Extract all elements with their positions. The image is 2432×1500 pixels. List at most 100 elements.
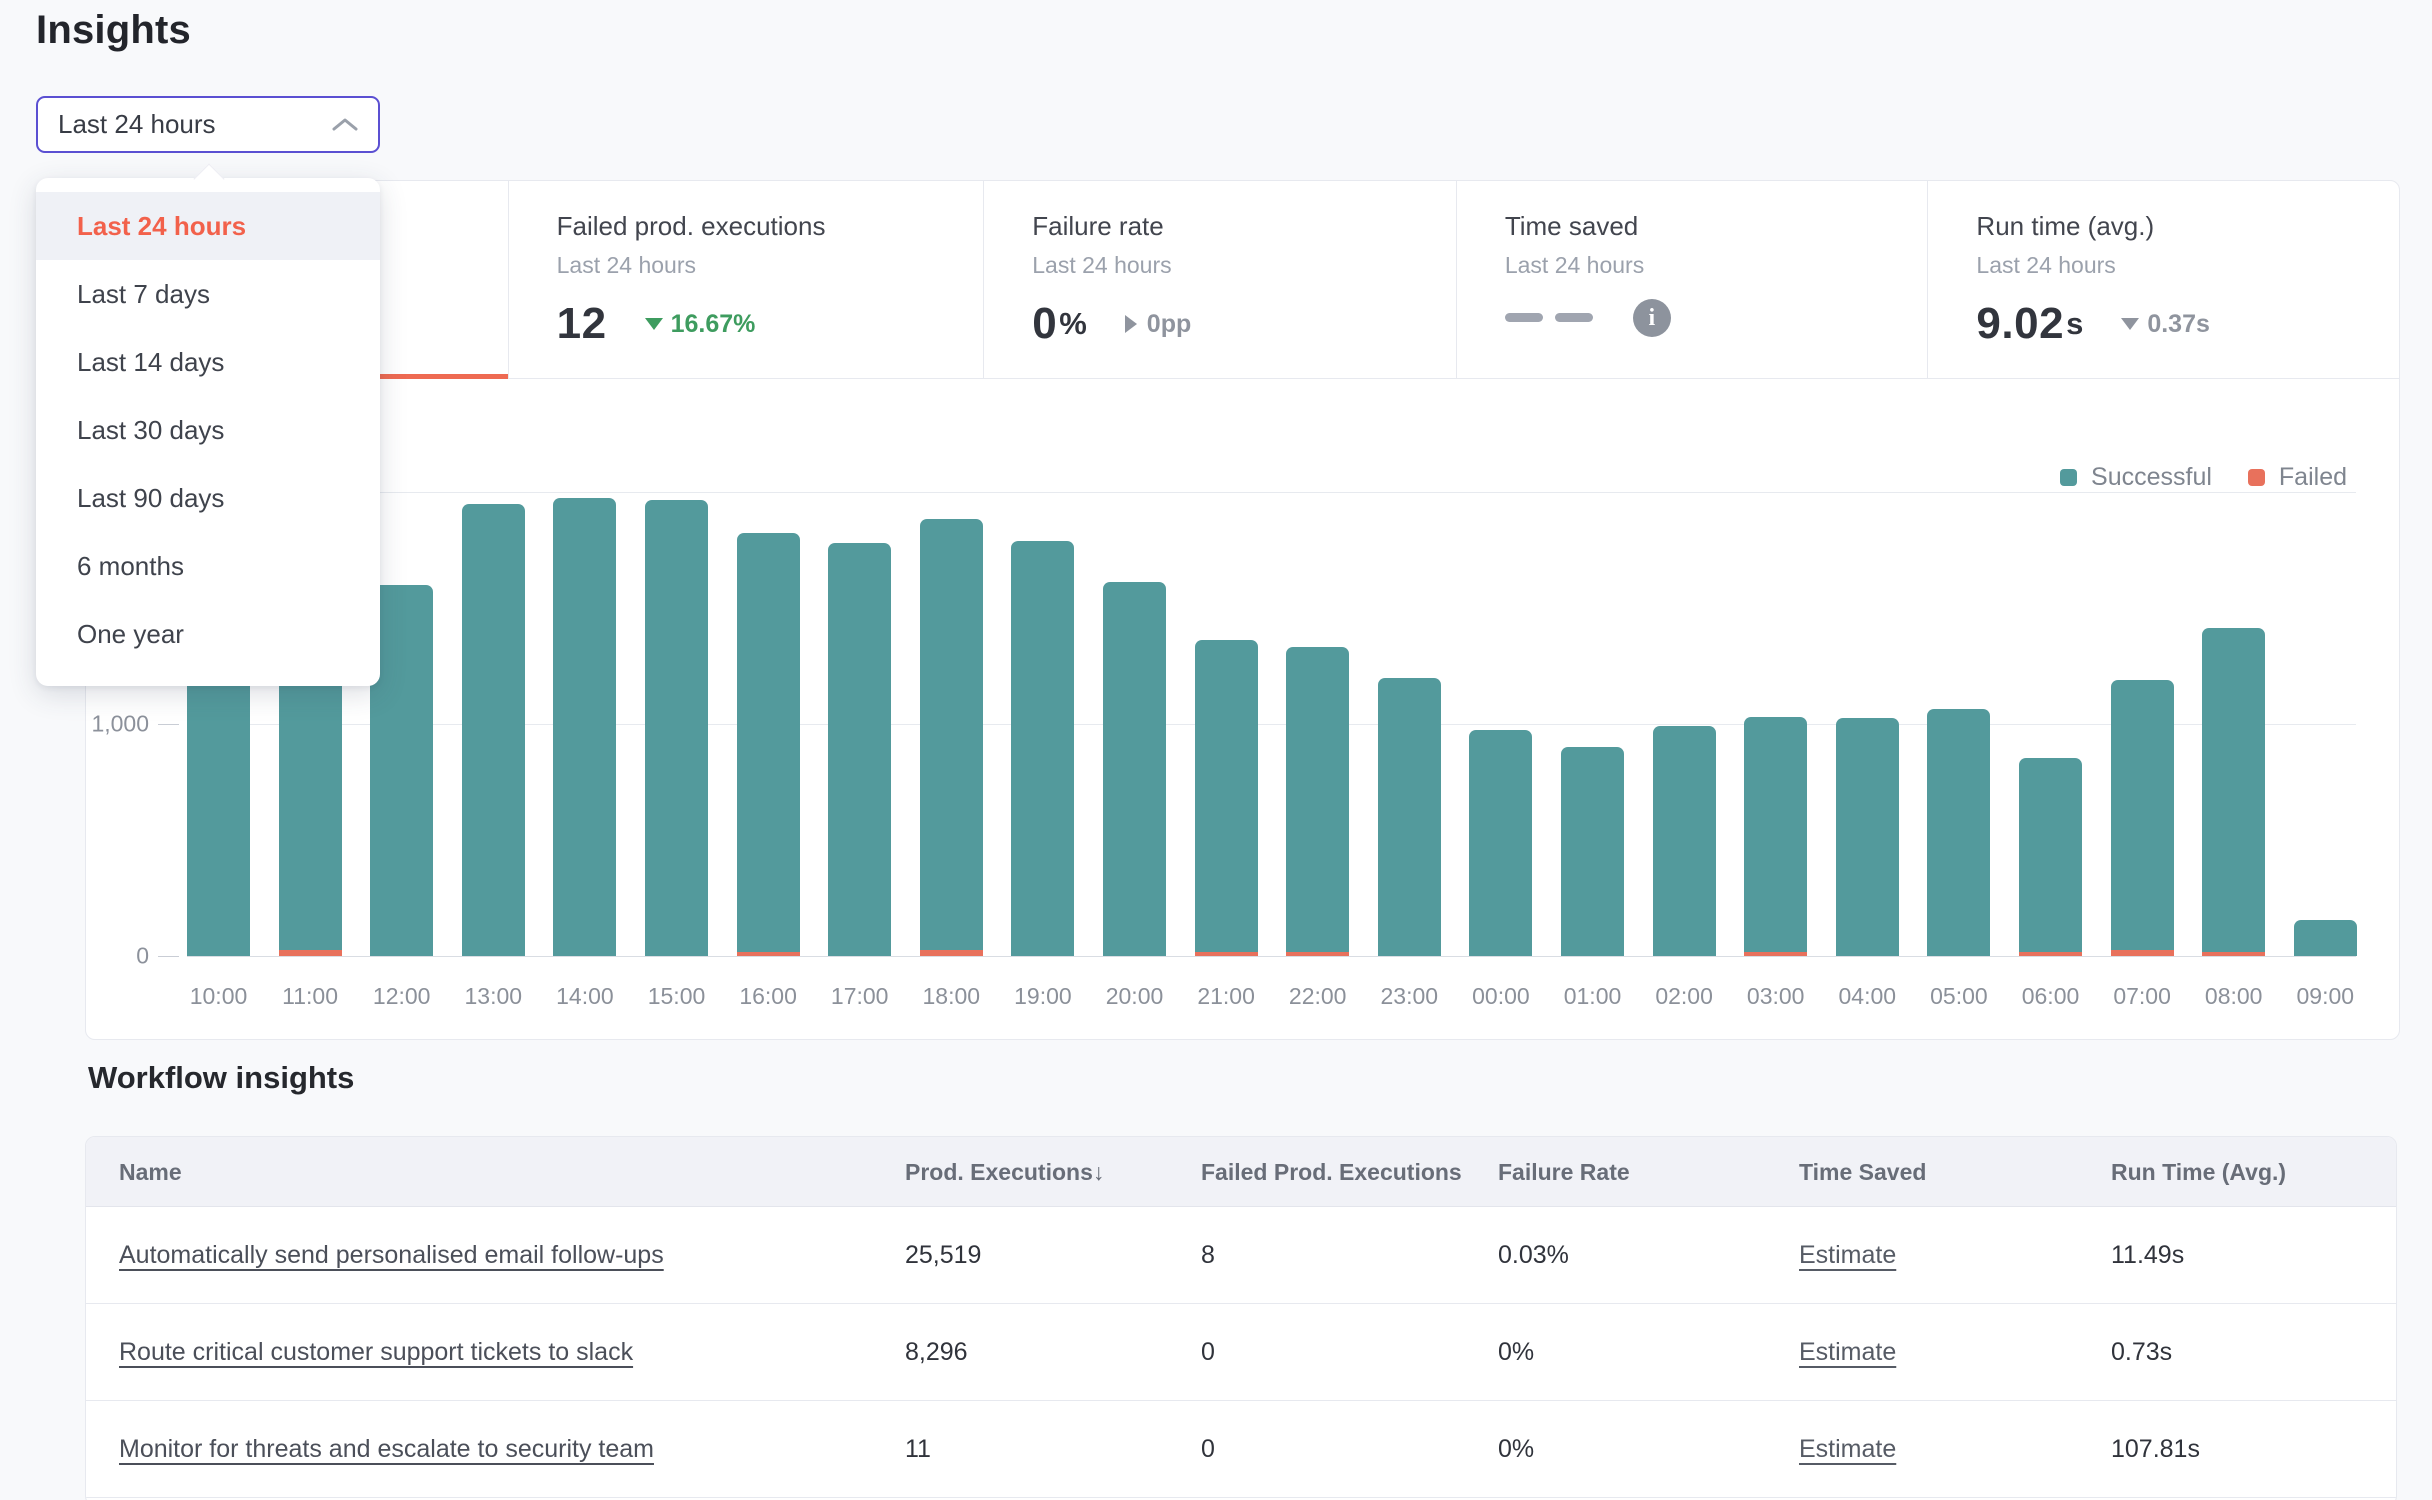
x-axis-label: 16:00 [723, 983, 814, 1010]
bar-failed-16:00[interactable] [737, 952, 800, 957]
x-axis-label: 22:00 [1272, 983, 1363, 1010]
bar-failed-08:00[interactable] [2202, 952, 2265, 957]
empty-value-dashes [1505, 309, 1605, 327]
bar-successful-00:00[interactable] [1469, 730, 1532, 956]
x-axis-label: 21:00 [1181, 983, 1272, 1010]
x-axis-label: 15:00 [631, 983, 722, 1010]
down-triangle-icon [2121, 318, 2139, 330]
x-axis-label: 17:00 [814, 983, 905, 1010]
bar-successful-14:00[interactable] [553, 498, 616, 956]
bar-successful-23:00[interactable] [1378, 678, 1441, 956]
menu-option-last-90-days[interactable]: Last 90 days [36, 464, 380, 532]
menu-option-last-7-days[interactable]: Last 7 days [36, 260, 380, 328]
card-subtitle: Last 24 hours [557, 252, 984, 279]
table-row: Monitor for threats and escalate to secu… [86, 1401, 2396, 1498]
column-header-name[interactable]: Name [119, 1137, 182, 1207]
bar-failed-18:00[interactable] [920, 950, 983, 956]
prod-executions-value: 11 [905, 1435, 931, 1464]
legend-successful[interactable]: Successful [2060, 463, 2212, 492]
workflow-name-link[interactable]: Route critical customer support tickets … [119, 1338, 633, 1367]
legend-swatch-icon [2060, 469, 2077, 486]
x-axis-label: 12:00 [356, 983, 447, 1010]
table-row: Route critical customer support tickets … [86, 1304, 2396, 1401]
bar-successful-15:00[interactable] [645, 500, 708, 956]
summary-card-failed-prod-executions[interactable]: Failed prod. executionsLast 24 hours1216… [508, 181, 984, 378]
time-saved-estimate-link[interactable]: Estimate [1799, 1435, 1896, 1464]
card-value: 0 [1032, 299, 1057, 349]
bar-successful-17:00[interactable] [828, 543, 891, 956]
table-header-row: Name Prod. Executions↓ Failed Prod. Execut… [86, 1137, 2396, 1207]
bar-successful-13:00[interactable] [462, 504, 525, 956]
card-title: Time saved [1505, 211, 1928, 242]
workflow-insights-table: Name Prod. Executions↓ Failed Prod. Execut… [85, 1136, 2397, 1500]
bar-successful-09:00[interactable] [2294, 920, 2357, 956]
menu-option-6-months[interactable]: 6 months [36, 532, 380, 600]
bar-successful-08:00[interactable] [2202, 628, 2265, 956]
bar-failed-22:00[interactable] [1286, 952, 1349, 957]
bar-failed-06:00[interactable] [2019, 952, 2082, 957]
menu-option-last-14-days[interactable]: Last 14 days [36, 328, 380, 396]
insights-summary-chart-card: Failed prod. executionsLast 24 hours1216… [85, 180, 2400, 1040]
bar-successful-19:00[interactable] [1011, 541, 1074, 956]
sort-desc-icon: ↓ [1093, 1159, 1105, 1186]
bar-successful-04:00[interactable] [1836, 718, 1899, 956]
bar-failed-03:00[interactable] [1744, 952, 1807, 957]
column-header-failed-prod-executions[interactable]: Failed Prod. Executions [1201, 1137, 1462, 1207]
prod-executions-value: 25,519 [905, 1241, 981, 1270]
card-value: 12 [557, 299, 607, 349]
bar-successful-02:00[interactable] [1653, 726, 1716, 956]
card-value-unit: % [1059, 306, 1087, 342]
time-range-selected-value: Last 24 hours [58, 109, 332, 140]
bar-successful-16:00[interactable] [737, 533, 800, 956]
workflow-name-link[interactable]: Automatically send personalised email fo… [119, 1241, 664, 1270]
failure-rate-value: 0% [1498, 1338, 1534, 1367]
x-axis-label: 09:00 [2280, 983, 2371, 1010]
menu-option-one-year[interactable]: One year [36, 600, 380, 668]
bar-successful-22:00[interactable] [1286, 647, 1349, 956]
bar-successful-05:00[interactable] [1927, 709, 1990, 956]
bar-failed-07:00[interactable] [2111, 950, 2174, 956]
column-header-prod-executions[interactable]: Prod. Executions↓ [905, 1137, 1104, 1207]
info-icon[interactable]: i [1633, 299, 1671, 337]
card-delta: 0.37s [2147, 310, 2210, 339]
failure-rate-value: 0.03% [1498, 1241, 1569, 1270]
menu-option-last-30-days[interactable]: Last 30 days [36, 396, 380, 464]
summary-card-run-time-avg[interactable]: Run time (avg.)Last 24 hours9.02s0.37s [1927, 181, 2399, 378]
time-range-select[interactable]: Last 24 hours [36, 96, 380, 153]
bar-successful-07:00[interactable] [2111, 680, 2174, 956]
time-saved-estimate-link[interactable]: Estimate [1799, 1338, 1896, 1367]
bar-failed-21:00[interactable] [1195, 952, 1258, 957]
summary-card-time-saved[interactable]: Time saved Last 24 hours i [1456, 181, 1928, 378]
legend-failed[interactable]: Failed [2248, 463, 2347, 492]
x-axis-label: 08:00 [2188, 983, 2279, 1010]
bar-successful-01:00[interactable] [1561, 747, 1624, 956]
card-subtitle: Last 24 hours [1505, 252, 1928, 279]
bar-failed-11:00[interactable] [279, 950, 342, 956]
bar-successful-20:00[interactable] [1103, 582, 1166, 956]
x-axis-label: 06:00 [2005, 983, 2096, 1010]
bar-successful-18:00[interactable] [920, 519, 983, 956]
x-axis-label: 20:00 [1089, 983, 1180, 1010]
card-delta: 16.67% [671, 310, 756, 339]
x-axis-label: 18:00 [906, 983, 997, 1010]
chevron-up-icon [332, 117, 358, 132]
column-header-time-saved[interactable]: Time Saved [1799, 1137, 1926, 1207]
menu-option-last-24-hours[interactable]: Last 24 hours [36, 192, 380, 260]
column-header-run-time-avg-[interactable]: Run Time (Avg.) [2111, 1137, 2286, 1207]
workflow-name-link[interactable]: Monitor for threats and escalate to secu… [119, 1435, 654, 1464]
card-value: 9.02 [1976, 299, 2064, 349]
bar-successful-06:00[interactable] [2019, 758, 2082, 956]
gridline [187, 956, 2356, 957]
time-saved-estimate-link[interactable]: Estimate [1799, 1241, 1896, 1270]
column-header-failure-rate[interactable]: Failure Rate [1498, 1137, 1630, 1207]
run-time-avg-value: 11.49s [2111, 1241, 2184, 1270]
bar-successful-21:00[interactable] [1195, 640, 1258, 956]
summary-tabs-row: Failed prod. executionsLast 24 hours1216… [86, 181, 2399, 379]
legend-swatch-icon [2248, 469, 2265, 486]
card-title: Run time (avg.) [1976, 211, 2399, 242]
chart-legend: Successful Failed [2024, 463, 2347, 492]
down-triangle-icon [645, 318, 663, 330]
bar-successful-03:00[interactable] [1744, 717, 1807, 956]
x-axis-label: 00:00 [1455, 983, 1546, 1010]
summary-card-failure-rate[interactable]: Failure rateLast 24 hours0%0pp [983, 181, 1456, 378]
